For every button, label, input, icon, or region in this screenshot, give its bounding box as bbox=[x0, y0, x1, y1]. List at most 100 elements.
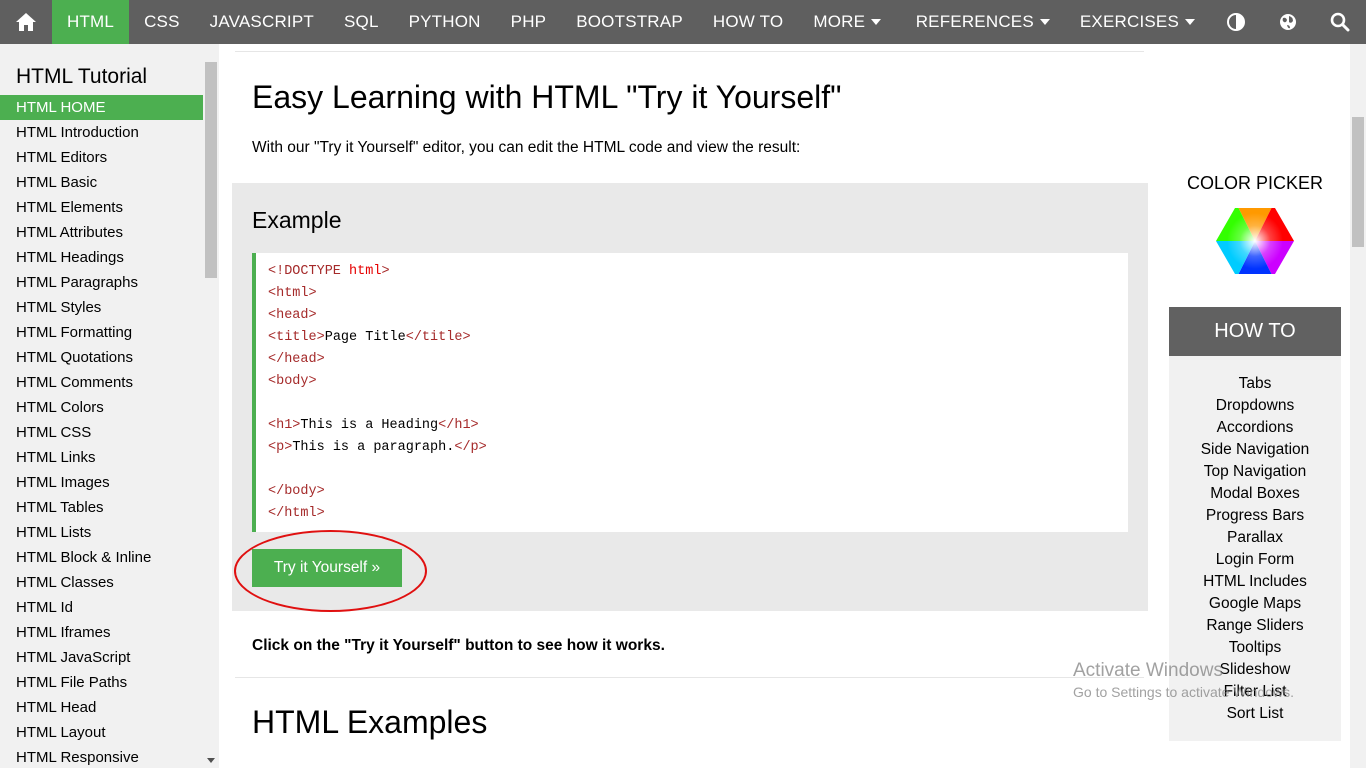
sidebar-item[interactable]: HTML Paragraphs bbox=[0, 270, 203, 295]
caret-down-icon bbox=[1185, 19, 1195, 25]
caret-down-icon bbox=[871, 19, 882, 25]
sidebar-item[interactable]: HTML Block & Inline bbox=[0, 545, 203, 570]
code-example: <!DOCTYPE html> <html> <head> <title>Pag… bbox=[252, 253, 1128, 532]
home-button[interactable] bbox=[0, 0, 52, 44]
sidebar-menu: HTML HOME HTML Introduction HTML Editors… bbox=[0, 95, 219, 768]
globe-icon bbox=[1280, 14, 1296, 30]
watermark-subtitle: Go to Settings to activate Windows. bbox=[1073, 684, 1294, 700]
sidebar-item[interactable]: HTML Comments bbox=[0, 370, 203, 395]
howto-link[interactable]: Modal Boxes bbox=[1169, 483, 1341, 505]
sidebar-item[interactable]: HTML Colors bbox=[0, 395, 203, 420]
howto-link[interactable]: Progress Bars bbox=[1169, 505, 1341, 527]
color-picker-icon[interactable] bbox=[1215, 206, 1295, 276]
howto-link[interactable]: Range Sliders bbox=[1169, 615, 1341, 637]
sidebar-item[interactable]: HTML Layout bbox=[0, 720, 203, 745]
sidebar-item[interactable]: HTML Classes bbox=[0, 570, 203, 595]
watermark-title: Activate Windows bbox=[1073, 660, 1223, 681]
sidebar-item[interactable]: HTML Styles bbox=[0, 295, 203, 320]
divider bbox=[235, 677, 1144, 678]
highlight-annotation-ellipse bbox=[234, 530, 427, 612]
sidebar-item[interactable]: HTML Elements bbox=[0, 195, 203, 220]
nav-php[interactable]: PHP bbox=[496, 0, 562, 44]
sidebar-item[interactable]: HTML Attributes bbox=[0, 220, 203, 245]
howto-link[interactable]: Tooltips bbox=[1169, 637, 1341, 659]
sidebar-item[interactable]: HTML Images bbox=[0, 470, 203, 495]
nav-more-dropdown[interactable]: MORE bbox=[798, 0, 896, 44]
search-button[interactable] bbox=[1314, 0, 1366, 44]
examples-heading: HTML Examples bbox=[252, 704, 488, 740]
nav-more-label: MORE bbox=[813, 12, 866, 31]
howto-link[interactable]: Parallax bbox=[1169, 527, 1341, 549]
nav-references-label: REFERENCES bbox=[915, 12, 1034, 31]
sidebar-title: HTML Tutorial bbox=[16, 65, 148, 88]
code-line: </body> bbox=[268, 484, 325, 499]
instruction-text: Click on the "Try it Yourself" button to… bbox=[252, 637, 665, 654]
howto-link[interactable]: Side Navigation bbox=[1169, 439, 1341, 461]
nav-exercises-dropdown[interactable]: EXERCISES bbox=[1065, 0, 1210, 44]
nav-python[interactable]: PYTHON bbox=[394, 0, 496, 44]
sidebar-item-html-home[interactable]: HTML HOME bbox=[0, 95, 203, 120]
howto-link[interactable]: HTML Includes bbox=[1169, 571, 1341, 593]
sidebar-item[interactable]: HTML Responsive bbox=[0, 745, 203, 768]
contrast-icon bbox=[1227, 13, 1245, 31]
howto-link[interactable]: Login Form bbox=[1169, 549, 1341, 571]
home-icon bbox=[16, 13, 36, 31]
sidebar-item[interactable]: HTML Head bbox=[0, 695, 203, 720]
color-picker-label[interactable]: COLOR PICKER bbox=[1160, 173, 1350, 194]
nav-html[interactable]: HTML bbox=[52, 0, 130, 44]
sidebar-item[interactable]: HTML JavaScript bbox=[0, 645, 203, 670]
intro-text: With our "Try it Yourself" editor, you c… bbox=[252, 139, 801, 156]
code-line: <html> bbox=[268, 286, 317, 301]
sidebar-item[interactable]: HTML Introduction bbox=[0, 120, 203, 145]
code-line: <p>This is a paragraph.</p> bbox=[268, 440, 487, 455]
sidebar-item[interactable]: HTML Basic bbox=[0, 170, 203, 195]
page-scrollbar-thumb[interactable] bbox=[1352, 117, 1364, 247]
sidebar-scrollbar[interactable] bbox=[203, 44, 219, 768]
sidebar-item[interactable]: HTML Id bbox=[0, 595, 203, 620]
sidebar-item[interactable]: HTML Tables bbox=[0, 495, 203, 520]
nav-exercises-label: EXERCISES bbox=[1079, 12, 1179, 31]
sidebar-scrollbar-thumb[interactable] bbox=[205, 62, 217, 278]
nav-how-to[interactable]: HOW TO bbox=[698, 0, 798, 44]
page-title: Easy Learning with HTML "Try it Yourself… bbox=[252, 79, 842, 115]
sidebar-item[interactable]: HTML Lists bbox=[0, 520, 203, 545]
search-icon bbox=[1330, 12, 1350, 32]
howto-heading: HOW TO bbox=[1169, 307, 1341, 356]
nav-sql[interactable]: SQL bbox=[329, 0, 394, 44]
nav-css[interactable]: CSS bbox=[129, 0, 195, 44]
sidebar-item[interactable]: HTML CSS bbox=[0, 420, 203, 445]
sidebar-item[interactable]: HTML Iframes bbox=[0, 620, 203, 645]
sidebar-item[interactable]: HTML Quotations bbox=[0, 345, 203, 370]
sidebar-item[interactable]: HTML Formatting bbox=[0, 320, 203, 345]
caret-down-icon bbox=[1039, 19, 1050, 25]
howto-link[interactable]: Google Maps bbox=[1169, 593, 1341, 615]
language-button[interactable] bbox=[1262, 0, 1314, 44]
top-navigation: HTML CSS JAVASCRIPT SQL PYTHON PHP BOOTS… bbox=[0, 0, 1366, 44]
sidebar: HTML Tutorial HTML HOME HTML Introductio… bbox=[0, 44, 219, 768]
scroll-down-arrow-icon[interactable] bbox=[207, 758, 215, 763]
code-line: </head> bbox=[268, 352, 325, 367]
howto-link[interactable]: Dropdowns bbox=[1169, 395, 1341, 417]
howto-link[interactable]: Sort List bbox=[1169, 703, 1341, 725]
example-heading: Example bbox=[252, 207, 342, 233]
code-line: <body> bbox=[268, 374, 317, 389]
page-scrollbar[interactable] bbox=[1350, 44, 1366, 768]
nav-references-dropdown[interactable]: REFERENCES bbox=[901, 0, 1065, 44]
code-line: <h1>This is a Heading</h1> bbox=[268, 418, 479, 433]
divider bbox=[235, 51, 1144, 52]
howto-link[interactable]: Accordions bbox=[1169, 417, 1341, 439]
theme-toggle-button[interactable] bbox=[1210, 0, 1262, 44]
code-line: <title>Page Title</title> bbox=[268, 330, 471, 345]
sidebar-item[interactable]: HTML Editors bbox=[0, 145, 203, 170]
howto-link[interactable]: Top Navigation bbox=[1169, 461, 1341, 483]
howto-link[interactable]: Tabs bbox=[1169, 373, 1341, 395]
nav-javascript[interactable]: JAVASCRIPT bbox=[195, 0, 329, 44]
code-line: </html> bbox=[268, 506, 325, 521]
code-line: <!DOCTYPE html> bbox=[268, 264, 390, 279]
sidebar-item[interactable]: HTML File Paths bbox=[0, 670, 203, 695]
sidebar-item[interactable]: HTML Links bbox=[0, 445, 203, 470]
sidebar-item[interactable]: HTML Headings bbox=[0, 245, 203, 270]
nav-bootstrap[interactable]: BOOTSTRAP bbox=[561, 0, 698, 44]
